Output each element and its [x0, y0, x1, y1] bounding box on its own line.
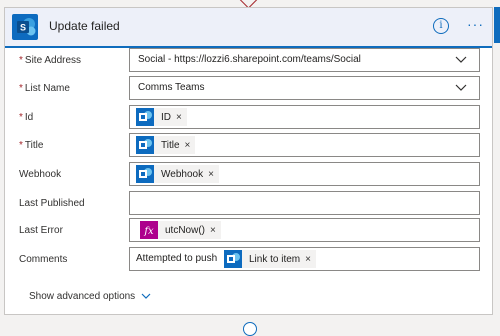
- last-error-label: Last Error: [19, 225, 63, 236]
- chevron-down-icon[interactable]: [455, 83, 467, 93]
- id-label: * Id: [19, 112, 34, 123]
- show-advanced-options[interactable]: Show advanced options: [29, 291, 151, 302]
- list-name-dropdown[interactable]: Comms Teams: [129, 76, 480, 100]
- comments-row: Comments Attempted to push Link to item …: [5, 247, 492, 273]
- title-row: * Title Title ×: [5, 133, 492, 159]
- last-error-field[interactable]: fx utcNow() ×: [129, 218, 480, 242]
- sharepoint-icon: [136, 108, 154, 126]
- last-published-label: Last Published: [19, 198, 85, 209]
- last-published-field[interactable]: [129, 191, 480, 215]
- action-card: S Update failed i ··· * Site Address Soci…: [4, 7, 493, 315]
- title-field[interactable]: Title ×: [129, 133, 480, 157]
- comments-field[interactable]: Attempted to push Link to item ×: [129, 247, 480, 271]
- comments-token[interactable]: Link to item ×: [224, 250, 316, 268]
- list-name-value: Comms Teams: [138, 82, 205, 93]
- title-label: * Title: [19, 140, 44, 151]
- expression-fx-icon: fx: [140, 221, 158, 239]
- sharepoint-icon: S: [12, 14, 38, 40]
- remove-token-icon[interactable]: ×: [210, 225, 216, 236]
- sharepoint-icon: [224, 250, 242, 268]
- more-options-icon[interactable]: ···: [467, 16, 487, 32]
- last-error-token[interactable]: fx utcNow() ×: [140, 221, 221, 239]
- card-title[interactable]: Update failed: [49, 19, 120, 33]
- remove-token-icon[interactable]: ×: [305, 254, 311, 265]
- webhook-token[interactable]: Webhook ×: [136, 165, 219, 183]
- sharepoint-icon: [136, 165, 154, 183]
- remove-token-icon[interactable]: ×: [176, 112, 182, 123]
- chevron-down-icon: [141, 293, 151, 299]
- site-address-label: * Site Address: [19, 55, 82, 66]
- sharepoint-icon: [136, 136, 154, 154]
- title-token[interactable]: Title ×: [136, 136, 196, 154]
- comments-label: Comments: [19, 254, 68, 265]
- remove-token-icon[interactable]: ×: [208, 169, 214, 180]
- last-published-row: Last Published: [5, 191, 492, 217]
- site-address-row: * Site Address Social - https://lozzi6.sh…: [5, 48, 492, 74]
- card-header[interactable]: S Update failed i ···: [5, 8, 492, 48]
- id-field[interactable]: ID ×: [129, 105, 480, 129]
- info-icon[interactable]: i: [433, 18, 449, 34]
- svg-text:S: S: [20, 23, 26, 33]
- list-name-row: * List Name Comms Teams: [5, 76, 492, 102]
- id-token[interactable]: ID ×: [136, 108, 187, 126]
- webhook-field[interactable]: Webhook ×: [129, 162, 480, 186]
- webhook-row: Webhook Webhook ×: [5, 162, 492, 188]
- site-address-dropdown[interactable]: Social - https://lozzi6.sharepoint.com/t…: [129, 48, 480, 72]
- list-name-label: * List Name: [19, 83, 70, 94]
- id-row: * Id ID ×: [5, 105, 492, 131]
- chevron-down-icon[interactable]: [455, 55, 467, 65]
- svg-text:fx: fx: [143, 226, 154, 237]
- comments-prefix-text: Attempted to push: [136, 253, 218, 264]
- add-step-icon[interactable]: [243, 322, 257, 336]
- adjacent-card-edge: [494, 7, 500, 43]
- site-address-value: Social - https://lozzi6.sharepoint.com/t…: [138, 54, 361, 65]
- last-error-row: Last Error fx utcNow() ×: [5, 218, 492, 244]
- remove-token-icon[interactable]: ×: [185, 140, 191, 151]
- webhook-label: Webhook: [19, 169, 62, 180]
